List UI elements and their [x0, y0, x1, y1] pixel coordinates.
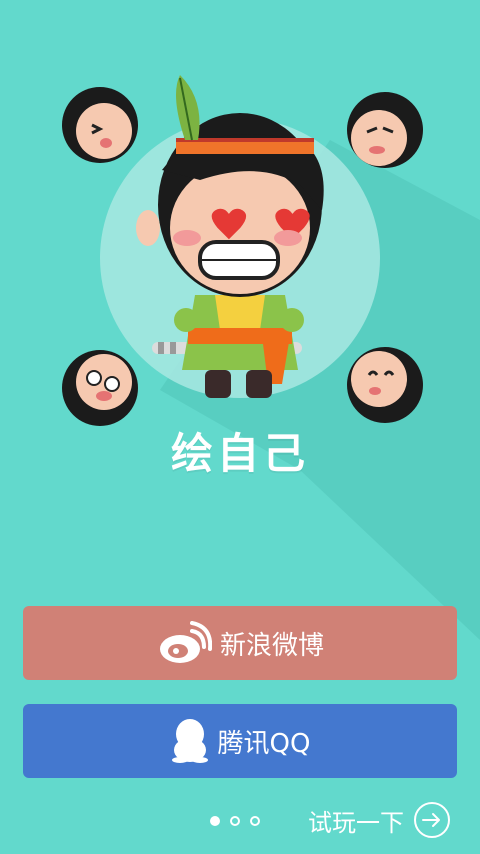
- arrow-right-circle-icon: [414, 802, 450, 838]
- qq-login-label: 腾讯QQ: [217, 728, 311, 759]
- hero-illustration: [62, 75, 423, 426]
- weibo-icon: [156, 621, 212, 665]
- face-sticker-4: [347, 347, 423, 423]
- app-title: 绘自己: [170, 429, 309, 478]
- try-it-button[interactable]: 试玩一下: [308, 802, 450, 838]
- face-sticker-2: [347, 92, 423, 168]
- welcome-screen: 绘自己 新浪微博 腾讯QQ 试玩一下: [0, 0, 480, 854]
- page-dot-2[interactable]: [230, 816, 240, 826]
- qq-login-button[interactable]: 腾讯QQ: [23, 704, 457, 778]
- try-it-label: 试玩一下: [308, 808, 404, 837]
- page-indicator: [210, 816, 260, 826]
- page-dot-3[interactable]: [250, 816, 260, 826]
- page-dot-1[interactable]: [210, 816, 220, 826]
- weibo-login-label: 新浪微博: [219, 630, 324, 661]
- face-sticker-3: [62, 350, 138, 426]
- qq-penguin-icon: [170, 718, 210, 764]
- weibo-login-button[interactable]: 新浪微博: [23, 606, 457, 680]
- face-sticker-1: [62, 87, 138, 163]
- bottom-bar: 试玩一下: [0, 796, 480, 846]
